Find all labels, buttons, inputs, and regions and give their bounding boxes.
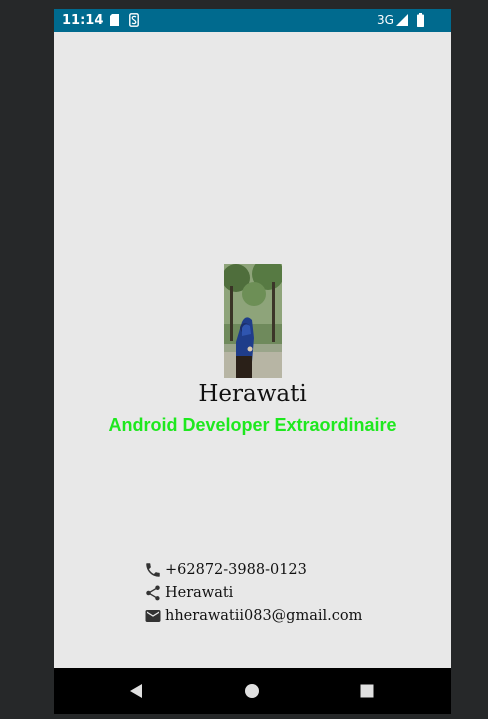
battery-icon [417, 13, 424, 27]
phone-icon [142, 560, 164, 580]
contact-phone: +62872-3988-0123 [142, 558, 362, 581]
profile-name: Herawati [198, 381, 307, 407]
email-address[interactable]: hherawatii083@gmail.com [165, 608, 362, 624]
business-card: Herawati Android Developer Extraordinair… [54, 32, 451, 668]
status-time: 11:14 [62, 13, 104, 28]
email-icon [142, 606, 164, 626]
share-icon [142, 583, 164, 603]
profile-photo [224, 264, 282, 378]
contact-social: Herawati [142, 581, 362, 604]
network-type: 3G [377, 13, 394, 27]
sd-card-icon [110, 14, 119, 26]
s-app-icon [129, 13, 139, 27]
signal-icon [396, 14, 408, 26]
recents-icon[interactable] [360, 684, 374, 698]
profile-title: Android Developer Extraordinaire [108, 415, 397, 435]
phone-screen: 11:14 3G Herawati Android Developer Extr… [54, 9, 451, 714]
navigation-bar [54, 668, 451, 714]
contact-email: hherawatii083@gmail.com [142, 604, 362, 627]
contact-list: +62872-3988-0123 Herawati hherawatii083@… [142, 558, 362, 627]
status-bar: 11:14 3G [54, 9, 451, 32]
home-icon[interactable] [245, 684, 259, 698]
back-icon[interactable] [129, 684, 143, 698]
phone-number[interactable]: +62872-3988-0123 [165, 562, 307, 578]
social-handle[interactable]: Herawati [165, 585, 233, 601]
